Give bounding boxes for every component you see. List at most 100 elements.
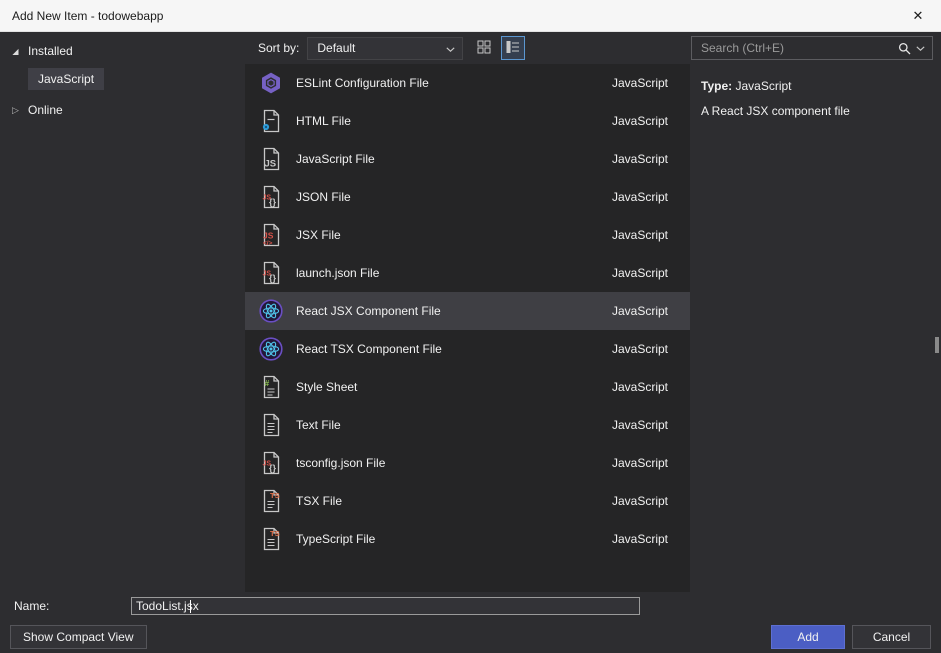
tree-item-javascript[interactable]: JavaScript bbox=[28, 68, 104, 90]
svg-text:JS: JS bbox=[263, 231, 274, 241]
search-dropdown-icon[interactable] bbox=[916, 46, 925, 51]
template-list-item[interactable]: JS{} launch.json File JavaScript bbox=[245, 254, 690, 292]
dialog-title: Add New Item - todowebapp bbox=[12, 9, 163, 23]
react-file-icon bbox=[258, 336, 284, 362]
template-name: launch.json File bbox=[296, 266, 612, 280]
svg-text:TS: TS bbox=[270, 491, 280, 500]
template-language: JavaScript bbox=[612, 76, 668, 90]
close-button[interactable]: ✕ bbox=[895, 0, 941, 31]
template-list-item[interactable]: JS{} JSON File JavaScript bbox=[245, 178, 690, 216]
template-language: JavaScript bbox=[612, 266, 668, 280]
template-name: Text File bbox=[296, 418, 612, 432]
list-view-button[interactable] bbox=[501, 36, 525, 60]
dialog-buttons: Show Compact View Add Cancel bbox=[0, 621, 941, 653]
html-file-icon bbox=[258, 108, 284, 134]
template-name: JavaScript File bbox=[296, 152, 612, 166]
template-list-item[interactable]: JS JavaScript File JavaScript bbox=[245, 140, 690, 178]
category-tree: ◢ Installed JavaScript ▷ Online bbox=[0, 32, 245, 592]
add-new-item-dialog: Add New Item - todowebapp ✕ ◢ Installed … bbox=[0, 0, 941, 653]
template-name: tsconfig.json File bbox=[296, 456, 612, 470]
search-icon[interactable] bbox=[898, 42, 911, 55]
name-input[interactable]: TodoList.jsx bbox=[131, 597, 640, 615]
template-name: TSX File bbox=[296, 494, 612, 508]
template-language: JavaScript bbox=[612, 114, 668, 128]
collapsed-icon: ▷ bbox=[10, 105, 21, 116]
sort-by-label: Sort by: bbox=[258, 41, 299, 55]
template-language: JavaScript bbox=[612, 342, 668, 356]
template-name: JSX File bbox=[296, 228, 612, 242]
close-icon: ✕ bbox=[913, 8, 924, 23]
medium-icons-view-button[interactable] bbox=[472, 36, 496, 60]
titlebar: Add New Item - todowebapp ✕ bbox=[0, 0, 941, 32]
template-name: JSON File bbox=[296, 190, 612, 204]
template-list-item[interactable]: JS</> JSX File JavaScript bbox=[245, 216, 690, 254]
template-list-item[interactable]: React TSX Component File JavaScript bbox=[245, 330, 690, 368]
template-language: JavaScript bbox=[612, 228, 668, 242]
json-file-icon: JS{} bbox=[258, 260, 284, 286]
react-file-icon bbox=[258, 298, 284, 324]
chevron-down-icon bbox=[446, 41, 455, 55]
svg-text:TS: TS bbox=[270, 529, 280, 538]
expanded-icon: ◢ bbox=[10, 47, 21, 56]
template-list-item[interactable]: TS TSX File JavaScript bbox=[245, 482, 690, 520]
tsx-file-icon: TS bbox=[258, 488, 284, 514]
svg-text:{}: {} bbox=[269, 273, 277, 283]
details-panel: Type: JavaScript A React JSX component f… bbox=[690, 64, 933, 592]
template-language: JavaScript bbox=[612, 418, 668, 432]
tree-item-installed[interactable]: ◢ Installed bbox=[0, 39, 245, 63]
template-list-item[interactable]: JS{} tsconfig.json File JavaScript bbox=[245, 444, 690, 482]
template-name: HTML File bbox=[296, 114, 612, 128]
svg-text:{}: {} bbox=[269, 463, 277, 473]
template-list-item[interactable]: ESLint Configuration File JavaScript bbox=[245, 64, 690, 102]
cancel-button[interactable]: Cancel bbox=[852, 625, 931, 649]
sort-dropdown[interactable]: Default bbox=[307, 37, 463, 60]
name-label: Name: bbox=[14, 599, 49, 613]
show-compact-view-button[interactable]: Show Compact View bbox=[10, 625, 147, 649]
tree-item-online-label: Online bbox=[28, 103, 63, 117]
template-language: JavaScript bbox=[612, 304, 668, 318]
sort-dropdown-value: Default bbox=[317, 41, 355, 55]
template-list-item[interactable]: React JSX Component File JavaScript bbox=[245, 292, 690, 330]
template-language: JavaScript bbox=[612, 380, 668, 394]
list-view-icon bbox=[506, 40, 520, 57]
svg-text:#: # bbox=[265, 378, 270, 388]
search-placeholder: Search (Ctrl+E) bbox=[701, 41, 898, 55]
svg-text:{}: {} bbox=[269, 197, 277, 207]
js-file-icon: JS bbox=[258, 146, 284, 172]
template-description: A React JSX component file bbox=[701, 104, 927, 118]
jsx-file-icon: JS</> bbox=[258, 222, 284, 248]
json-file-icon: JS{} bbox=[258, 184, 284, 210]
text-caret bbox=[190, 600, 191, 613]
template-list-item[interactable]: HTML File JavaScript bbox=[245, 102, 690, 140]
search-input[interactable]: Search (Ctrl+E) bbox=[691, 36, 933, 60]
scrollbar-thumb[interactable] bbox=[935, 337, 939, 353]
template-name: ESLint Configuration File bbox=[296, 76, 612, 90]
template-name: TypeScript File bbox=[296, 532, 612, 546]
eslint-file-icon bbox=[258, 70, 284, 96]
template-language: JavaScript bbox=[612, 532, 668, 546]
tree-item-installed-label: Installed bbox=[28, 44, 73, 58]
tree-item-online[interactable]: ▷ Online bbox=[0, 98, 245, 122]
template-language: JavaScript bbox=[612, 494, 668, 508]
json-file-icon: JS{} bbox=[258, 450, 284, 476]
type-label: Type: bbox=[701, 79, 732, 93]
ts-file-icon: TS bbox=[258, 526, 284, 552]
template-language: JavaScript bbox=[612, 456, 668, 470]
name-row: Name: TodoList.jsx bbox=[0, 592, 941, 621]
svg-text:JS: JS bbox=[265, 159, 277, 170]
list-toolbar: Sort by: Default bbox=[245, 32, 690, 64]
template-list-item[interactable]: Text File JavaScript bbox=[245, 406, 690, 444]
template-list-item[interactable]: TS TypeScript File JavaScript bbox=[245, 520, 690, 558]
css-file-icon: # bbox=[258, 374, 284, 400]
template-list-item[interactable]: # Style Sheet JavaScript bbox=[245, 368, 690, 406]
grid-view-icon bbox=[477, 40, 491, 57]
template-list: ESLint Configuration File JavaScript HTM… bbox=[245, 64, 690, 592]
type-value: JavaScript bbox=[735, 79, 791, 93]
template-language: JavaScript bbox=[612, 190, 668, 204]
svg-text:</>: </> bbox=[263, 240, 273, 247]
text-file-icon bbox=[258, 412, 284, 438]
add-button[interactable]: Add bbox=[771, 625, 845, 649]
template-name: React TSX Component File bbox=[296, 342, 612, 356]
template-name: React JSX Component File bbox=[296, 304, 612, 318]
template-name: Style Sheet bbox=[296, 380, 612, 394]
